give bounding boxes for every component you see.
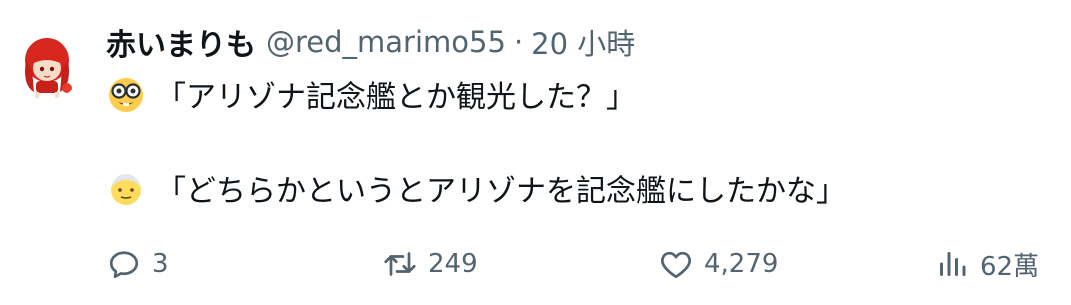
timestamp[interactable]: 20 小時 xyxy=(531,21,635,63)
user-handle[interactable]: @red_marimo55 xyxy=(266,25,506,59)
tweet-header: 赤いまりも @red_marimo55 · 20 小時 xyxy=(106,20,635,64)
tweet-text: 「アリゾナ記念艦とか観光した？」 xyxy=(156,80,636,115)
tweet-text-line-2: 「どちらかというとアリゾナを記念艦にしたかな」 xyxy=(106,166,846,210)
retweet-button[interactable]: 249 xyxy=(382,242,478,286)
views-count: 62萬 xyxy=(980,251,1040,282)
display-name[interactable]: 赤いまりも xyxy=(106,20,256,64)
tweet-text: 「どちらかというとアリゾナを記念艦にしたかな」 xyxy=(156,174,846,209)
reply-count: 3 xyxy=(152,249,169,279)
views-icon xyxy=(934,246,970,282)
older-person-emoji-icon xyxy=(106,168,146,208)
heart-icon xyxy=(658,246,694,282)
like-button[interactable]: 4,279 xyxy=(658,242,778,286)
like-count: 4,279 xyxy=(704,249,779,279)
nerd-face-emoji-icon xyxy=(106,74,146,114)
red-haired-character-avatar-icon xyxy=(25,38,72,98)
retweet-count: 249 xyxy=(428,249,478,279)
tweet-text-line-1: 「アリゾナ記念艦とか観光した？」 xyxy=(106,72,636,116)
tweet: 赤いまりも @red_marimo55 · 20 小時 「アリゾナ記念艦とか観光… xyxy=(0,0,1071,305)
views-button[interactable]: 62萬 xyxy=(934,242,1039,286)
separator-dot: · xyxy=(513,25,524,59)
reply-icon xyxy=(106,246,142,282)
reply-button[interactable]: 3 xyxy=(106,242,169,286)
avatar[interactable] xyxy=(12,30,82,100)
retweet-icon xyxy=(382,246,418,282)
action-bar: 3 249 4,279 62萬 xyxy=(106,242,1056,286)
